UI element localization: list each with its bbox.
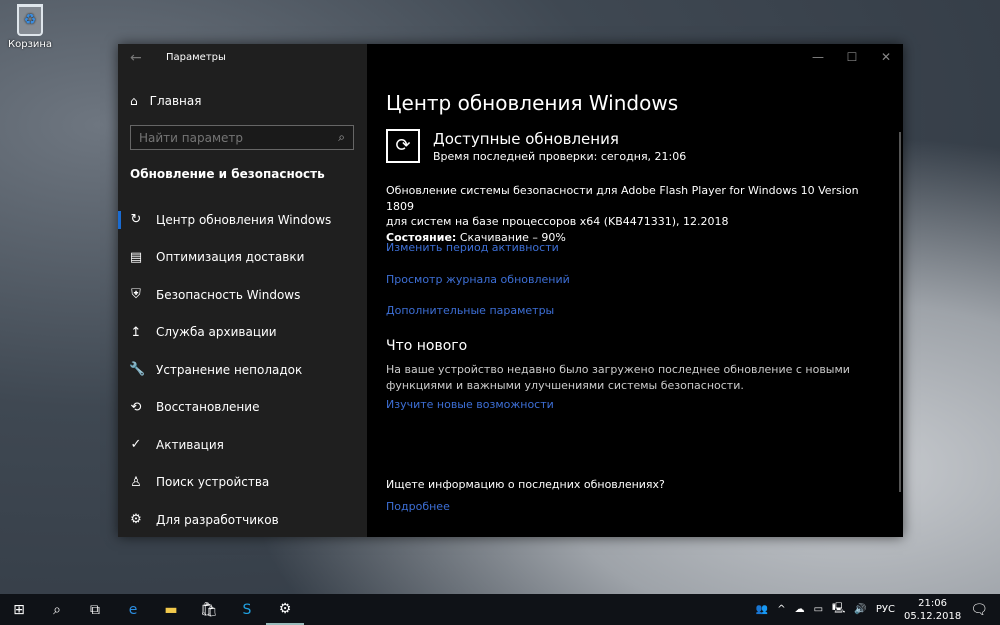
settings-window: ← Параметры ⌂ Главная ⌕ Обновление и безо… <box>118 44 903 537</box>
info-question: Ищете информацию о последних обновлениях… <box>386 478 665 491</box>
nav-icon: ↻ <box>130 212 142 228</box>
volume-icon[interactable]: 🔊 <box>854 604 866 615</box>
nav-list: ↻ Центр обновления Windows ▤ Оптимизация до… <box>118 201 367 539</box>
nav-icon: ✓ <box>130 437 142 453</box>
nav-item[interactable]: ↥ Служба архивации <box>118 314 367 352</box>
whats-new-heading: Что нового <box>386 338 468 354</box>
onedrive-cloud-icon[interactable]: ☁ <box>795 604 805 615</box>
explore-features-link[interactable]: Изучите новые возможности <box>386 398 554 411</box>
recycle-bin[interactable]: ♻ Корзина <box>8 4 52 50</box>
home-link[interactable]: ⌂ Главная <box>130 94 201 108</box>
start-windows-icon[interactable]: ⊞ <box>0 602 38 618</box>
system-tray: 👥 ^ ☁ ▭ 🖳 🔊 РУС 21:06 05.12.2018 🗨 <box>756 594 1000 625</box>
nav-item[interactable]: ⟲ Восстановление <box>118 389 367 427</box>
back-arrow-icon[interactable]: ← <box>130 50 142 66</box>
nav-icon: ⚙ <box>130 512 142 528</box>
nav-icon: ♙ <box>130 474 142 490</box>
update-line1: Обновление системы безопасности для Adob… <box>386 184 859 213</box>
update-line2: для систем на базе процессоров x64 (KB44… <box>386 215 729 228</box>
home-label: Главная <box>149 94 202 108</box>
update-icon: ⟳ <box>386 129 420 163</box>
date: 05.12.2018 <box>903 610 962 622</box>
nav-icon: 🔧 <box>129 362 146 378</box>
file-explorer-icon[interactable]: ▬ <box>152 602 190 618</box>
clock[interactable]: 21:06 05.12.2018 <box>904 597 961 623</box>
recycle-bin-label: Корзина <box>8 39 53 50</box>
nav-item[interactable]: 🔧 Устранение неполадок <box>118 351 367 389</box>
close-button[interactable]: ✕ <box>869 44 903 70</box>
skype-icon[interactable]: S <box>228 602 266 618</box>
edge-icon[interactable]: e <box>114 602 152 618</box>
update-description: Обновление системы безопасности для Adob… <box>386 183 886 245</box>
time: 21:06 <box>918 597 947 609</box>
window-controls: — ☐ ✕ <box>801 44 903 70</box>
sidebar: ← Параметры ⌂ Главная ⌕ Обновление и безо… <box>118 44 367 537</box>
nav-icon: ⟲ <box>130 399 142 415</box>
section-heading: Обновление и безопасность <box>130 167 325 181</box>
last-check: Время последней проверки: сегодня, 21:06 <box>433 150 687 163</box>
search-box[interactable]: ⌕ <box>130 125 354 150</box>
nav-label: Для разработчиков <box>156 512 279 527</box>
nav-icon: ▤ <box>129 249 143 265</box>
update-history-link[interactable]: Просмотр журнала обновлений <box>386 273 570 286</box>
search-input[interactable] <box>139 130 319 145</box>
nav-icon: ↥ <box>130 324 142 340</box>
nav-label: Активация <box>156 437 224 452</box>
nav-label: Восстановление <box>156 400 260 415</box>
chevron-up-icon[interactable]: ^ <box>777 604 785 615</box>
nav-item[interactable]: ↻ Центр обновления Windows <box>118 201 367 239</box>
search-icon[interactable]: ⌕ <box>338 130 345 145</box>
search-icon[interactable]: ⌕ <box>38 602 76 618</box>
title-bar: ← Параметры <box>118 44 367 72</box>
advanced-options-link[interactable]: Дополнительные параметры <box>386 304 554 317</box>
page-title: Центр обновления Windows <box>386 91 679 115</box>
nav-icon: ⛨ <box>131 287 141 303</box>
nav-label: Служба архивации <box>156 325 277 340</box>
nav-item[interactable]: ⚙ Для разработчиков <box>118 501 367 539</box>
recycle-bin-icon: ♻ <box>17 4 43 36</box>
notifications-icon[interactable]: 🗨 <box>970 602 988 618</box>
settings-gear-icon[interactable]: ⚙ <box>266 594 304 625</box>
minimize-button[interactable]: — <box>801 44 835 70</box>
nav-item[interactable]: ▤ Оптимизация доставки <box>118 239 367 277</box>
battery-icon[interactable]: ▭ <box>814 604 823 615</box>
nav-label: Оптимизация доставки <box>156 250 305 265</box>
window-title: Параметры <box>166 52 226 63</box>
learn-more-link[interactable]: Подробнее <box>386 500 450 513</box>
language-indicator[interactable]: РУС <box>876 604 895 615</box>
scrollbar[interactable] <box>899 132 901 492</box>
people-icon[interactable]: 👥 <box>756 604 768 615</box>
nav-item[interactable]: ✓ Активация <box>118 426 367 464</box>
nav-label: Устранение неполадок <box>156 362 303 377</box>
change-active-hours-link[interactable]: Изменить период активности <box>386 241 559 254</box>
store-icon[interactable]: 🛍 <box>190 602 228 618</box>
nav-item[interactable]: ♙ Поиск устройства <box>118 464 367 502</box>
whats-new-text: На ваше устройство недавно было загружен… <box>386 363 850 392</box>
nav-label: Безопасность Windows <box>156 287 301 302</box>
nav-label: Поиск устройства <box>156 475 270 490</box>
available-updates: Доступные обновления <box>433 130 619 148</box>
taskbar: ⊞ ⌕ ⧉ e ▬ 🛍 S ⚙ 👥 ^ ☁ ▭ 🖳 🔊 РУС 21:06 05.… <box>0 594 1000 625</box>
maximize-button[interactable]: ☐ <box>835 44 869 70</box>
task-view-icon[interactable]: ⧉ <box>76 602 114 618</box>
nav-label: Центр обновления Windows <box>156 212 332 227</box>
nav-item[interactable]: ⛨ Безопасность Windows <box>118 276 367 314</box>
network-icon[interactable]: 🖳 <box>832 601 845 618</box>
home-icon: ⌂ <box>130 94 138 108</box>
